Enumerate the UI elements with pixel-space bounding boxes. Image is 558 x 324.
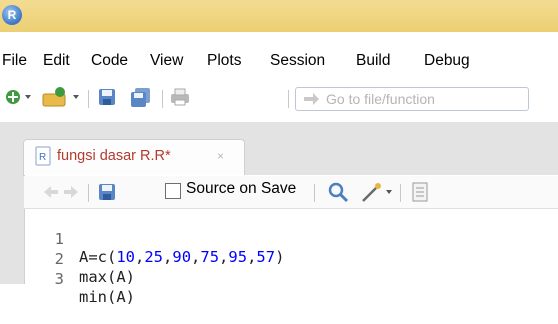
tab-label: fungsi dasar R.R* — [57, 148, 171, 164]
toolbar-separator — [400, 184, 401, 202]
new-file-button[interactable] — [4, 82, 34, 112]
new-file-icon — [6, 90, 31, 104]
search-icon[interactable] — [326, 180, 350, 204]
go-to-file-placeholder: Go to file/function — [326, 91, 435, 107]
rstudio-logo-icon: R — [2, 5, 22, 25]
save-all-icon — [131, 88, 150, 107]
source-on-save-label: Source on Save — [186, 180, 297, 197]
toolbar-separator — [162, 90, 163, 108]
new-project-button[interactable] — [40, 82, 84, 112]
menu-bar: File Edit Code View Plots Session Build … — [0, 48, 558, 74]
save-all-button[interactable] — [128, 82, 154, 112]
title-bar: R — [0, 0, 558, 32]
tab-fungsi-dasar[interactable]: R fungsi dasar R.R* × — [23, 139, 245, 176]
menu-debug[interactable]: Debug — [424, 52, 470, 70]
line-code: min(A) — [79, 288, 135, 306]
svg-text:R: R — [39, 152, 46, 163]
toolbar-separator — [88, 90, 89, 108]
toolbar-separator — [314, 184, 315, 202]
menu-edit[interactable]: Edit — [43, 52, 70, 70]
code-line: 1 A=c(10,25,90,75,95,57) — [24, 212, 285, 266]
print-icon — [171, 88, 189, 106]
menu-build[interactable]: Build — [356, 52, 390, 70]
line-code: max(A) — [79, 268, 135, 286]
line-code: A=c(10,25,90,75,95,57) — [79, 248, 285, 266]
tab-close-icon[interactable]: × — [217, 149, 224, 163]
go-to-arrow-icon — [304, 93, 319, 105]
toolbar-separator — [288, 90, 289, 108]
menu-view[interactable]: View — [150, 52, 183, 70]
save-button[interactable] — [96, 82, 118, 112]
print-button[interactable] — [168, 82, 192, 112]
new-project-icon — [42, 87, 79, 107]
back-forward-icon[interactable] — [42, 182, 80, 202]
source-on-save-checkbox[interactable] — [165, 183, 181, 199]
save-icon[interactable] — [96, 181, 118, 203]
toolbar-separator — [88, 184, 89, 202]
go-to-file-input[interactable]: Go to file/function — [295, 87, 529, 111]
menu-plots[interactable]: Plots — [207, 52, 241, 70]
code-tools-wand-icon[interactable] — [360, 180, 394, 204]
menu-session[interactable]: Session — [270, 52, 325, 70]
menu-file[interactable]: File — [2, 52, 27, 70]
code-line: 3 min(A) — [24, 252, 135, 306]
menu-code[interactable]: Code — [91, 52, 128, 70]
r-script-icon: R — [35, 146, 51, 166]
code-line: 2 max(A) — [24, 232, 135, 286]
line-number: 3 — [54, 270, 64, 288]
compile-notebook-icon[interactable] — [410, 181, 430, 203]
main-toolbar: Go to file/function — [0, 82, 558, 112]
save-icon — [99, 89, 115, 105]
